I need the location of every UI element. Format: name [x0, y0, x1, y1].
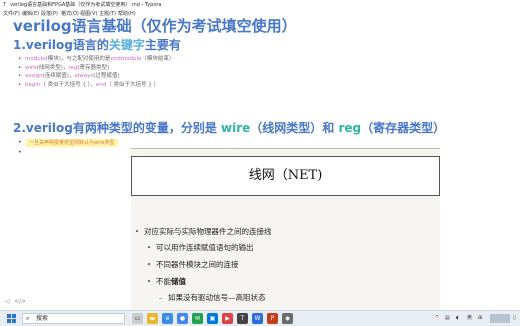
item-text: （ 类似于大括号 } ） — [106, 81, 160, 88]
item-text: （ 类似于大括号 { ）， — [40, 81, 96, 88]
keyword: begin — [25, 81, 41, 88]
clock-area[interactable] — [490, 314, 510, 323]
list-item[interactable]: assign(连续赋值)，always(过程赋值) — [18, 72, 174, 81]
keyword: wire — [25, 64, 37, 71]
item-text: (模块)，与之配对使用的是 — [45, 56, 111, 62]
network-icon[interactable]: ▤ — [445, 314, 450, 323]
code-icon[interactable]: </> — [14, 298, 26, 305]
item-text: (寄存器类型) — [77, 64, 110, 71]
search-placeholder: 搜索 — [36, 315, 49, 322]
highlighted-note[interactable]: 一旦关声明变量类型则默认为wire类型 — [26, 139, 118, 147]
item-text: (线网类型)， — [36, 64, 69, 71]
slide-bullet: 对应实际与实际物理器件之间的连接线 — [135, 227, 271, 237]
media-icon[interactable]: ▶ — [222, 313, 233, 324]
taskbar: ⌕ 搜索 ▭ ▬ e ● ✉ ▣ ▶ T W P ◆ ^ ▤ ◖ 英 ⊞ ▯ — [0, 310, 520, 326]
doc-heading-2-variables[interactable]: 2.verilog有两种类型的变量，分别是 wire（线网类型）和 reg（寄存… — [13, 121, 445, 135]
doc-heading-2-keywords[interactable]: 1.verilog语言的关键字主要有 — [13, 38, 181, 52]
keyword-list: module(模块)，与之配对使用的是endmodule（模块结束） wire(… — [18, 55, 174, 89]
taskbar-search[interactable]: ⌕ 搜索 — [22, 313, 125, 324]
file-explorer-icon[interactable]: ▬ — [147, 313, 158, 324]
app-icon[interactable]: ◆ — [282, 313, 293, 324]
store-icon[interactable]: ▣ — [207, 313, 218, 324]
windows-start-icon[interactable] — [7, 314, 16, 323]
list-item[interactable]: wire(线网类型)，reg(寄存器类型) — [18, 64, 174, 73]
word-icon[interactable]: W — [252, 313, 263, 324]
bullet-bold-text: 储值 — [171, 277, 186, 286]
keyword: endmodule — [110, 56, 142, 62]
slide-bullet: 可以用作连续赋值语句的输出 — [147, 243, 253, 253]
back-arrow-icon[interactable]: ◁ — [5, 298, 10, 305]
keyword: always — [74, 73, 94, 79]
list-item[interactable]: begin（ 类似于大括号 { ），end（ 类似于大括号 } ） — [18, 81, 174, 90]
bullet-text: 不能 — [156, 277, 171, 286]
window-title: verilog语言基础和FPGA基础（仅作为考试填空使用）.md - Typor… — [10, 2, 162, 8]
title-bar: T verilog语言基础和FPGA基础（仅作为考试填空使用）.md - Typ… — [0, 0, 520, 10]
heading-text: （寄存器类型） — [361, 121, 446, 135]
keyword: module — [25, 56, 46, 62]
heading-keyword-reg: reg — [338, 121, 362, 135]
keyword: assign — [25, 73, 43, 79]
doc-heading-1[interactable]: verilog语言基础（仅作为考试填空使用） — [13, 17, 297, 35]
heading-text: 2.verilog有两种类型的变量，分别是 — [13, 121, 222, 135]
heading-keyword: 关键字 — [108, 38, 145, 52]
heading-keyword-wire: wire — [221, 121, 251, 135]
slide-title-box: 线网（NET) — [131, 156, 440, 196]
ime-icon[interactable]: ⊞ — [478, 314, 482, 323]
tray-chevron-icon[interactable]: ^ — [435, 314, 439, 323]
typora-taskbar-icon[interactable]: T — [237, 313, 248, 324]
powerpoint-icon[interactable]: P — [267, 313, 278, 324]
slide-bullet: 不同器件模块之间的连接 — [147, 260, 238, 270]
search-icon: ⌕ — [26, 315, 30, 322]
volume-icon[interactable]: ◖ — [456, 314, 459, 323]
wechat-icon[interactable]: ✉ — [192, 313, 203, 324]
item-text: （模块结束） — [141, 56, 175, 62]
input-method-label[interactable]: 英 — [467, 314, 472, 323]
slide-bullet: 不能储值 — [147, 277, 186, 287]
bullet-icon: • — [18, 149, 22, 156]
notification-icon[interactable]: ▯ — [513, 314, 516, 323]
typora-app-icon: T — [3, 2, 7, 8]
item-text: (连续赋值)， — [42, 73, 75, 79]
heading-text: （线网类型）和 — [250, 121, 339, 135]
keyword: end — [95, 81, 107, 88]
heading-text: 主要有 — [144, 38, 181, 52]
task-view-icon[interactable]: ▭ — [132, 313, 143, 324]
item-text: (过程赋值) — [93, 73, 120, 79]
browser-icon[interactable]: e — [162, 313, 173, 324]
bullet-icon: • — [18, 139, 22, 146]
slide-bullet: 如果没有驱动信号—高阻状态 — [159, 293, 265, 303]
chrome-icon[interactable]: ● — [177, 313, 188, 324]
heading-text: 1.verilog语言的 — [13, 38, 109, 52]
slide-title: 线网（NET) — [248, 168, 323, 183]
list-item[interactable]: module(模块)，与之配对使用的是endmodule（模块结束） — [18, 55, 174, 64]
